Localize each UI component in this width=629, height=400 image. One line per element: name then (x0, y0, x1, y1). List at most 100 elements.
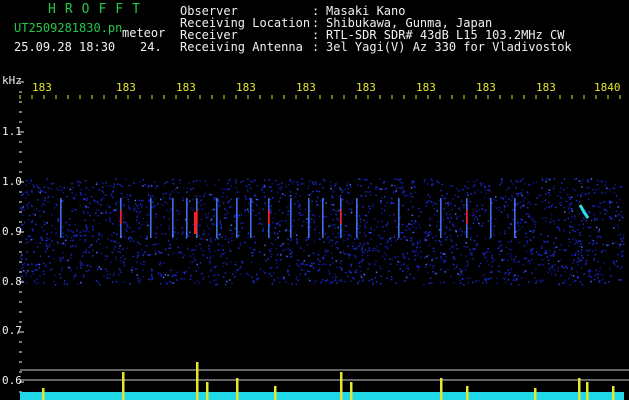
noise-pixel (212, 255, 214, 257)
noise-pixel (565, 265, 567, 268)
noise-pixel (127, 238, 130, 240)
noise-pixel (379, 234, 381, 237)
noise-pixel (324, 233, 327, 235)
noise-pixel (91, 243, 93, 246)
noise-pixel (77, 181, 80, 183)
noise-pixel (205, 216, 208, 219)
noise-pixel (213, 224, 216, 226)
noise-pixel (380, 202, 382, 205)
noise-pixel (571, 226, 574, 228)
noise-pixel (598, 228, 600, 231)
noise-pixel (306, 218, 308, 220)
noise-pixel (88, 251, 90, 254)
noise-pixel (613, 260, 615, 263)
noise-pixel (331, 195, 333, 197)
noise-pixel (39, 215, 41, 217)
noise-pixel (282, 249, 285, 251)
noise-pixel (110, 184, 112, 187)
noise-pixel (217, 237, 219, 240)
noise-pixel (116, 251, 119, 253)
noise-pixel (463, 246, 466, 248)
noise-pixel (27, 269, 29, 272)
noise-pixel (43, 282, 45, 284)
noise-pixel (79, 192, 82, 194)
noise-pixel (420, 251, 422, 253)
noise-pixel (476, 218, 479, 221)
noise-pixel (574, 218, 576, 220)
noise-pixel (474, 191, 476, 193)
noise-pixel (429, 277, 432, 279)
noise-pixel (416, 241, 419, 244)
noise-pixel (75, 273, 77, 276)
noise-pixel (423, 284, 425, 286)
noise-pixel (299, 208, 301, 210)
noise-pixel (92, 249, 94, 252)
noise-pixel (347, 253, 350, 255)
noise-pixel (88, 202, 91, 204)
noise-pixel (526, 206, 529, 209)
noise-pixel (541, 254, 543, 256)
noise-pixel (517, 193, 519, 195)
noise-pixel (167, 202, 169, 205)
noise-pixel (102, 192, 105, 194)
noise-pixel (131, 266, 133, 269)
noise-pixel (383, 230, 386, 232)
noise-pixel (240, 266, 242, 268)
noise-pixel (525, 213, 528, 215)
noise-pixel (245, 198, 248, 200)
noise-pixel (122, 281, 125, 283)
noise-pixel (43, 270, 45, 272)
noise-pixel (605, 209, 608, 212)
noise-pixel (554, 223, 556, 225)
noise-pixel (359, 178, 361, 181)
noise-pixel (510, 248, 513, 251)
noise-pixel (252, 209, 255, 212)
noise-pixel (341, 269, 343, 271)
noise-pixel (209, 193, 211, 196)
noise-pixel (433, 208, 435, 210)
noise-pixel (412, 226, 414, 228)
noise-pixel (568, 212, 571, 214)
noise-pixel (432, 237, 434, 239)
noise-pixel (112, 223, 114, 225)
noise-pixel (604, 184, 606, 187)
noise-pixel (21, 254, 23, 256)
noise-pixel (349, 254, 352, 256)
noise-pixel (46, 239, 48, 242)
noise-pixel (563, 229, 565, 232)
noise-pixel (213, 274, 216, 276)
noise-pixel (621, 216, 624, 219)
noise-pixel (576, 194, 579, 196)
noise-pixel (371, 278, 373, 281)
noise-pixel (252, 255, 254, 257)
noise-pixel (275, 223, 278, 225)
noise-pixel (510, 199, 513, 202)
noise-pixel (289, 178, 291, 181)
noise-pixel (450, 216, 453, 219)
noise-pixel (435, 240, 437, 242)
noise-pixel (576, 241, 578, 244)
noise-pixel (25, 190, 28, 192)
noise-pixel (409, 195, 411, 197)
noise-pixel (536, 197, 538, 199)
noise-pixel (419, 239, 421, 241)
noise-pixel (213, 184, 216, 186)
noise-pixel (235, 179, 237, 181)
noise-pixel (95, 183, 98, 185)
noise-pixel (275, 259, 278, 261)
noise-pixel (435, 272, 437, 275)
noise-pixel (610, 275, 612, 277)
noise-pixel (96, 201, 99, 203)
noise-pixel (360, 194, 362, 197)
noise-pixel (81, 255, 84, 257)
noise-pixel (401, 188, 404, 191)
noise-pixel (269, 267, 272, 269)
x-tick-label: 183 (296, 81, 316, 94)
noise-pixel (548, 263, 550, 265)
noise-pixel (268, 249, 271, 252)
noise-pixel (498, 253, 501, 256)
noise-pixel (585, 262, 587, 265)
noise-pixel (220, 224, 222, 226)
noise-pixel (234, 264, 237, 266)
noise-pixel (194, 249, 197, 251)
